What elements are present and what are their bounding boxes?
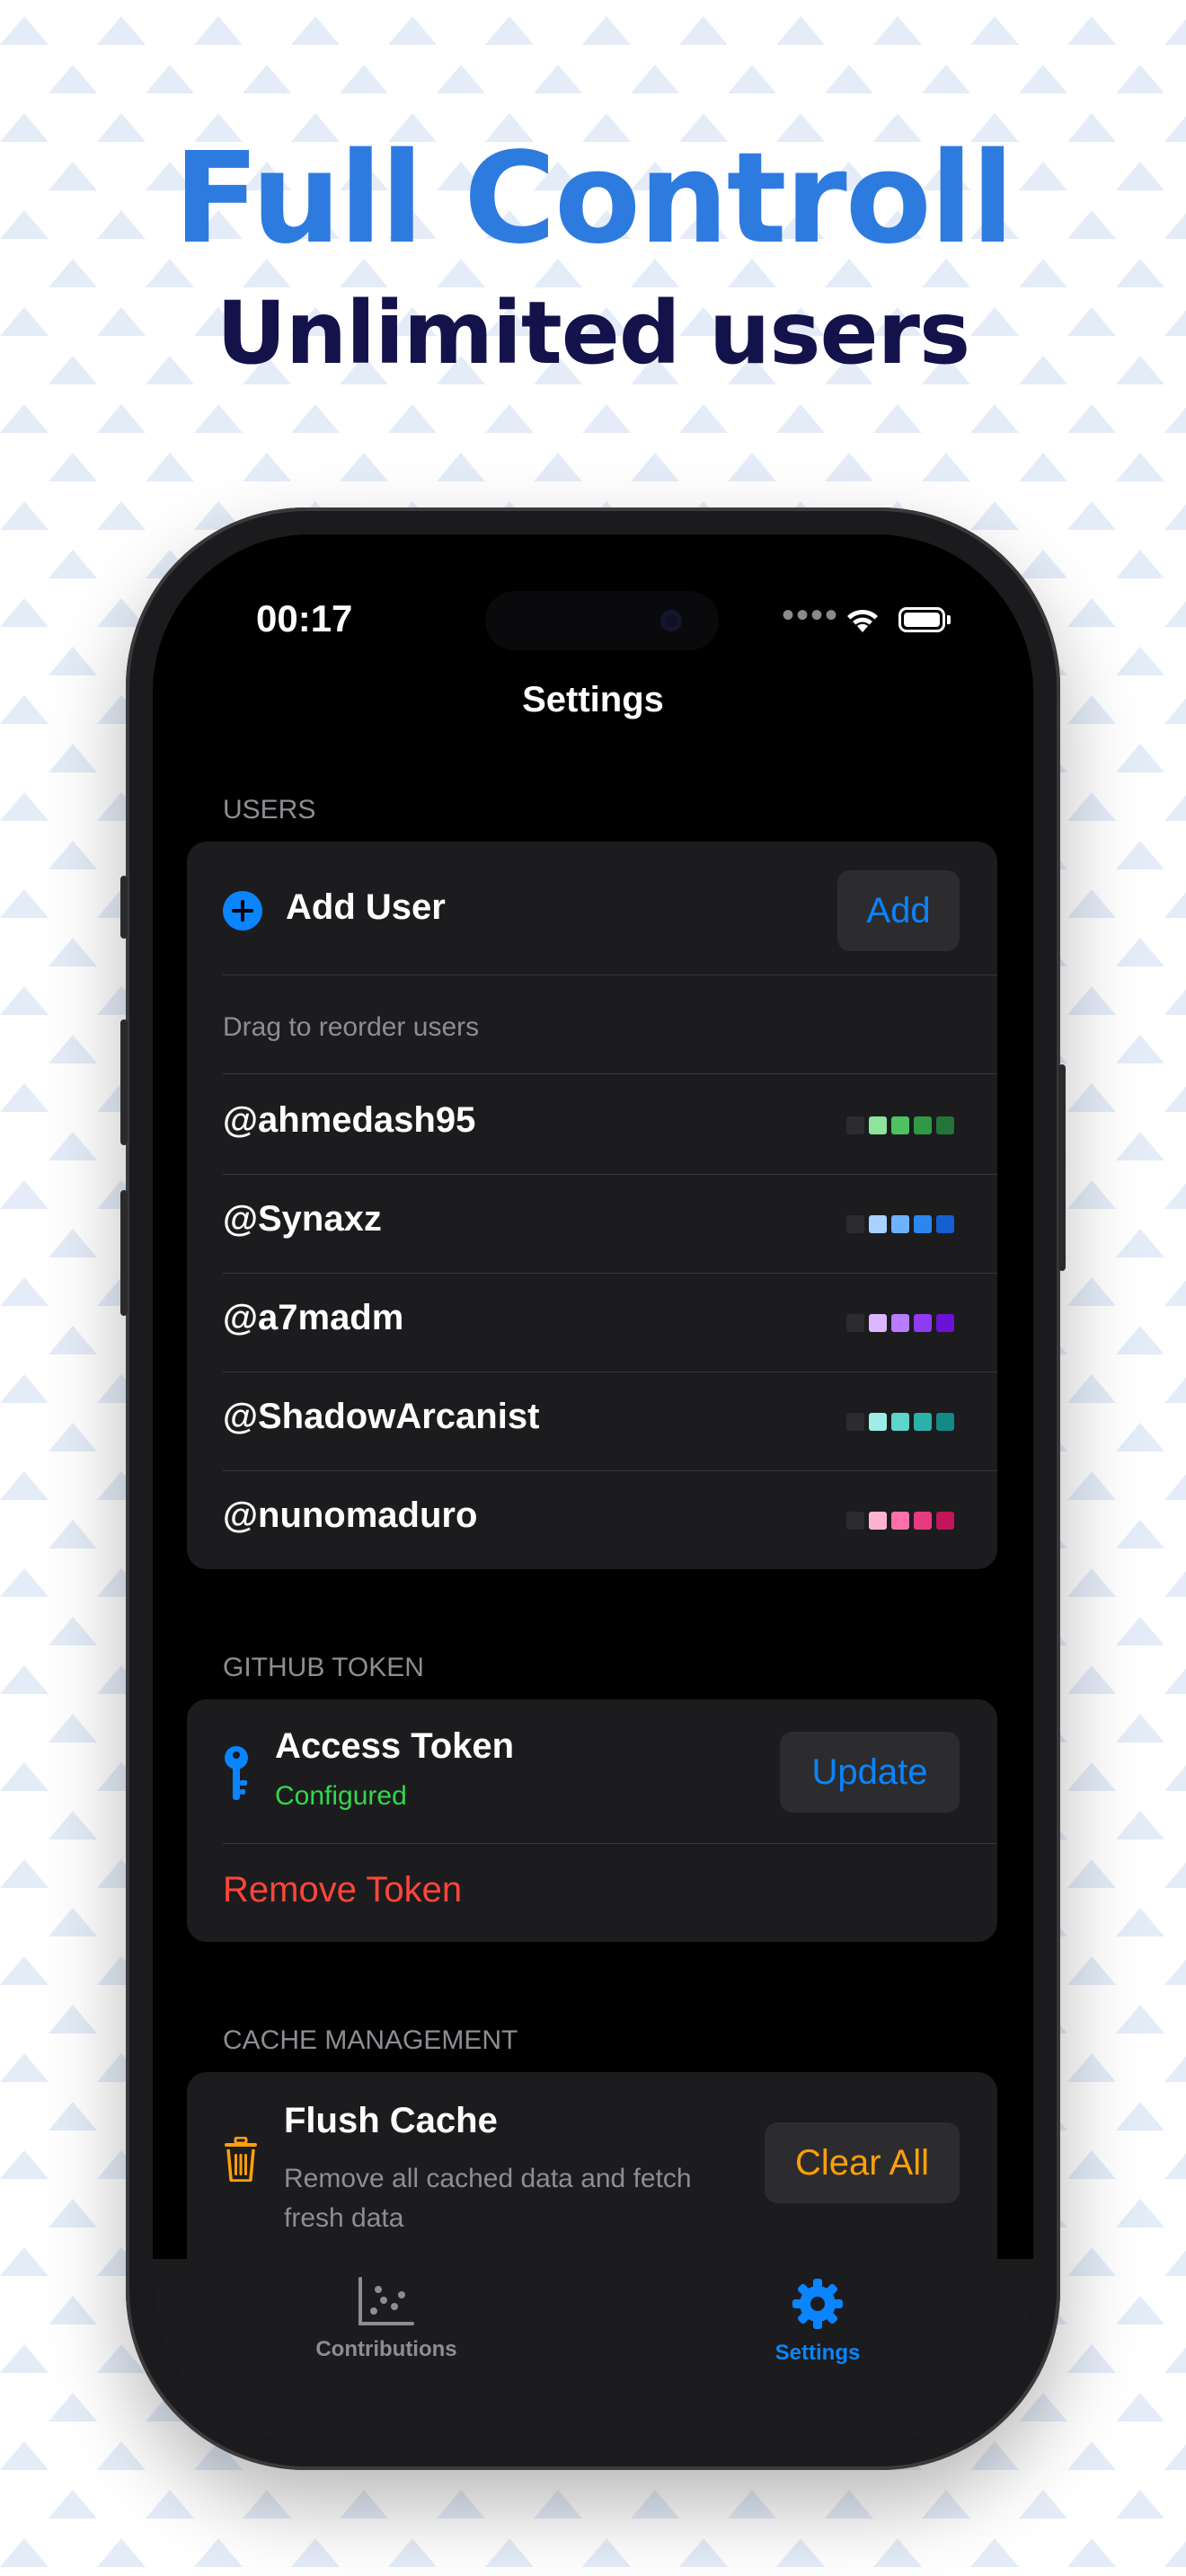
user-name: @a7madm [223, 1298, 404, 1337]
color-swatch [891, 1314, 909, 1332]
contribution-swatches [846, 1215, 954, 1233]
dynamic-island [485, 591, 719, 650]
contribution-swatches [846, 1116, 954, 1134]
color-swatch [936, 1413, 954, 1431]
update-token-button[interactable]: Update [780, 1732, 960, 1813]
add-user-row: Add User Add [187, 842, 997, 976]
add-user-button[interactable]: Add [837, 870, 960, 951]
remove-token-button[interactable]: Remove Token [223, 1870, 462, 1910]
color-swatch [869, 1413, 887, 1431]
user-name: @ahmedash95 [223, 1100, 476, 1140]
plus-circle-icon [223, 891, 262, 931]
user-row[interactable]: @Synaxz [187, 1174, 997, 1273]
gear-icon [792, 2279, 843, 2329]
color-swatch [846, 1512, 864, 1530]
user-name: @ShadowArcanist [223, 1397, 540, 1436]
contribution-swatches [846, 1512, 954, 1530]
color-swatch [846, 1413, 864, 1431]
tab-bar: Contributions Settings [153, 2259, 1033, 2443]
phone-frame: 00:17 •••• Settings USERS Add User Add D… [120, 507, 1066, 2470]
camera-icon [660, 610, 682, 631]
token-card: Access Token Configured Update Remove To… [187, 1699, 997, 1942]
contribution-swatches [846, 1413, 954, 1431]
cache-section-header: CACHE MANAGEMENT [223, 2025, 518, 2055]
flush-cache-description-line: fresh data [284, 2203, 404, 2233]
action-button [120, 876, 128, 939]
add-user-label: Add User [286, 887, 446, 927]
flush-cache-description-line: Remove all cached data and fetch [284, 2164, 692, 2193]
cellular-signal-icon: •••• [782, 595, 840, 635]
user-name: @Synaxz [223, 1199, 382, 1239]
color-swatch [936, 1215, 954, 1233]
users-section-header: USERS [223, 795, 316, 825]
token-section-header: GITHUB TOKEN [223, 1653, 424, 1682]
divider [223, 1470, 997, 1471]
color-swatch [891, 1116, 909, 1134]
chart-scatter-icon [358, 2277, 414, 2325]
color-swatch [891, 1215, 909, 1233]
clear-all-button[interactable]: Clear All [765, 2122, 960, 2203]
color-swatch [869, 1215, 887, 1233]
reorder-hint: Drag to reorder users [223, 1012, 480, 1042]
users-card: Add User Add Drag to reorder users @ahme… [187, 842, 997, 1569]
token-status: Configured [275, 1781, 407, 1811]
color-swatch [891, 1413, 909, 1431]
divider [223, 1073, 997, 1074]
color-swatch [846, 1116, 864, 1134]
status-time: 00:17 [256, 597, 353, 640]
color-swatch [936, 1314, 954, 1332]
battery-icon [898, 607, 945, 632]
user-row[interactable]: @a7madm [187, 1273, 997, 1372]
power-button [1058, 1064, 1066, 1271]
divider [223, 1843, 997, 1844]
color-swatch [914, 1116, 932, 1134]
access-token-title: Access Token [275, 1726, 515, 1766]
flush-cache-title: Flush Cache [284, 2101, 498, 2140]
user-name: @nunomaduro [223, 1495, 478, 1535]
color-swatch [914, 1413, 932, 1431]
color-swatch [891, 1512, 909, 1530]
user-row[interactable]: @nunomaduro [187, 1470, 997, 1569]
color-swatch [936, 1512, 954, 1530]
volume-down-button [120, 1190, 128, 1316]
trash-icon [225, 2137, 257, 2182]
flush-cache-description: Remove all cached data and fetch fresh d… [284, 2159, 692, 2238]
color-swatch [914, 1314, 932, 1332]
color-swatch [869, 1116, 887, 1134]
color-swatch [846, 1314, 864, 1332]
color-swatch [869, 1512, 887, 1530]
color-swatch [846, 1215, 864, 1233]
screen: 00:17 •••• Settings USERS Add User Add D… [153, 534, 1033, 2443]
divider [223, 1174, 997, 1175]
color-swatch [936, 1116, 954, 1134]
color-swatch [869, 1314, 887, 1332]
tab-settings[interactable]: Settings [683, 2277, 952, 2366]
color-swatch [914, 1512, 932, 1530]
promo-subheadline: Unlimited users [216, 283, 970, 384]
tab-settings-label: Settings [774, 2341, 861, 2365]
tab-contributions-label: Contributions [315, 2337, 457, 2361]
user-row[interactable]: @ShadowArcanist [187, 1372, 997, 1470]
nav-title: Settings [522, 680, 664, 719]
contribution-swatches [846, 1314, 954, 1332]
user-row[interactable]: @ahmedash95 [187, 1075, 997, 1174]
volume-up-button [120, 1019, 128, 1145]
tab-contributions[interactable]: Contributions [252, 2277, 521, 2362]
promo-headline: Full Controll [173, 126, 1014, 272]
color-swatch [914, 1215, 932, 1233]
wifi-icon [847, 609, 878, 632]
battery-tip [947, 615, 951, 624]
key-icon [225, 1746, 248, 1800]
divider [223, 1273, 997, 1274]
